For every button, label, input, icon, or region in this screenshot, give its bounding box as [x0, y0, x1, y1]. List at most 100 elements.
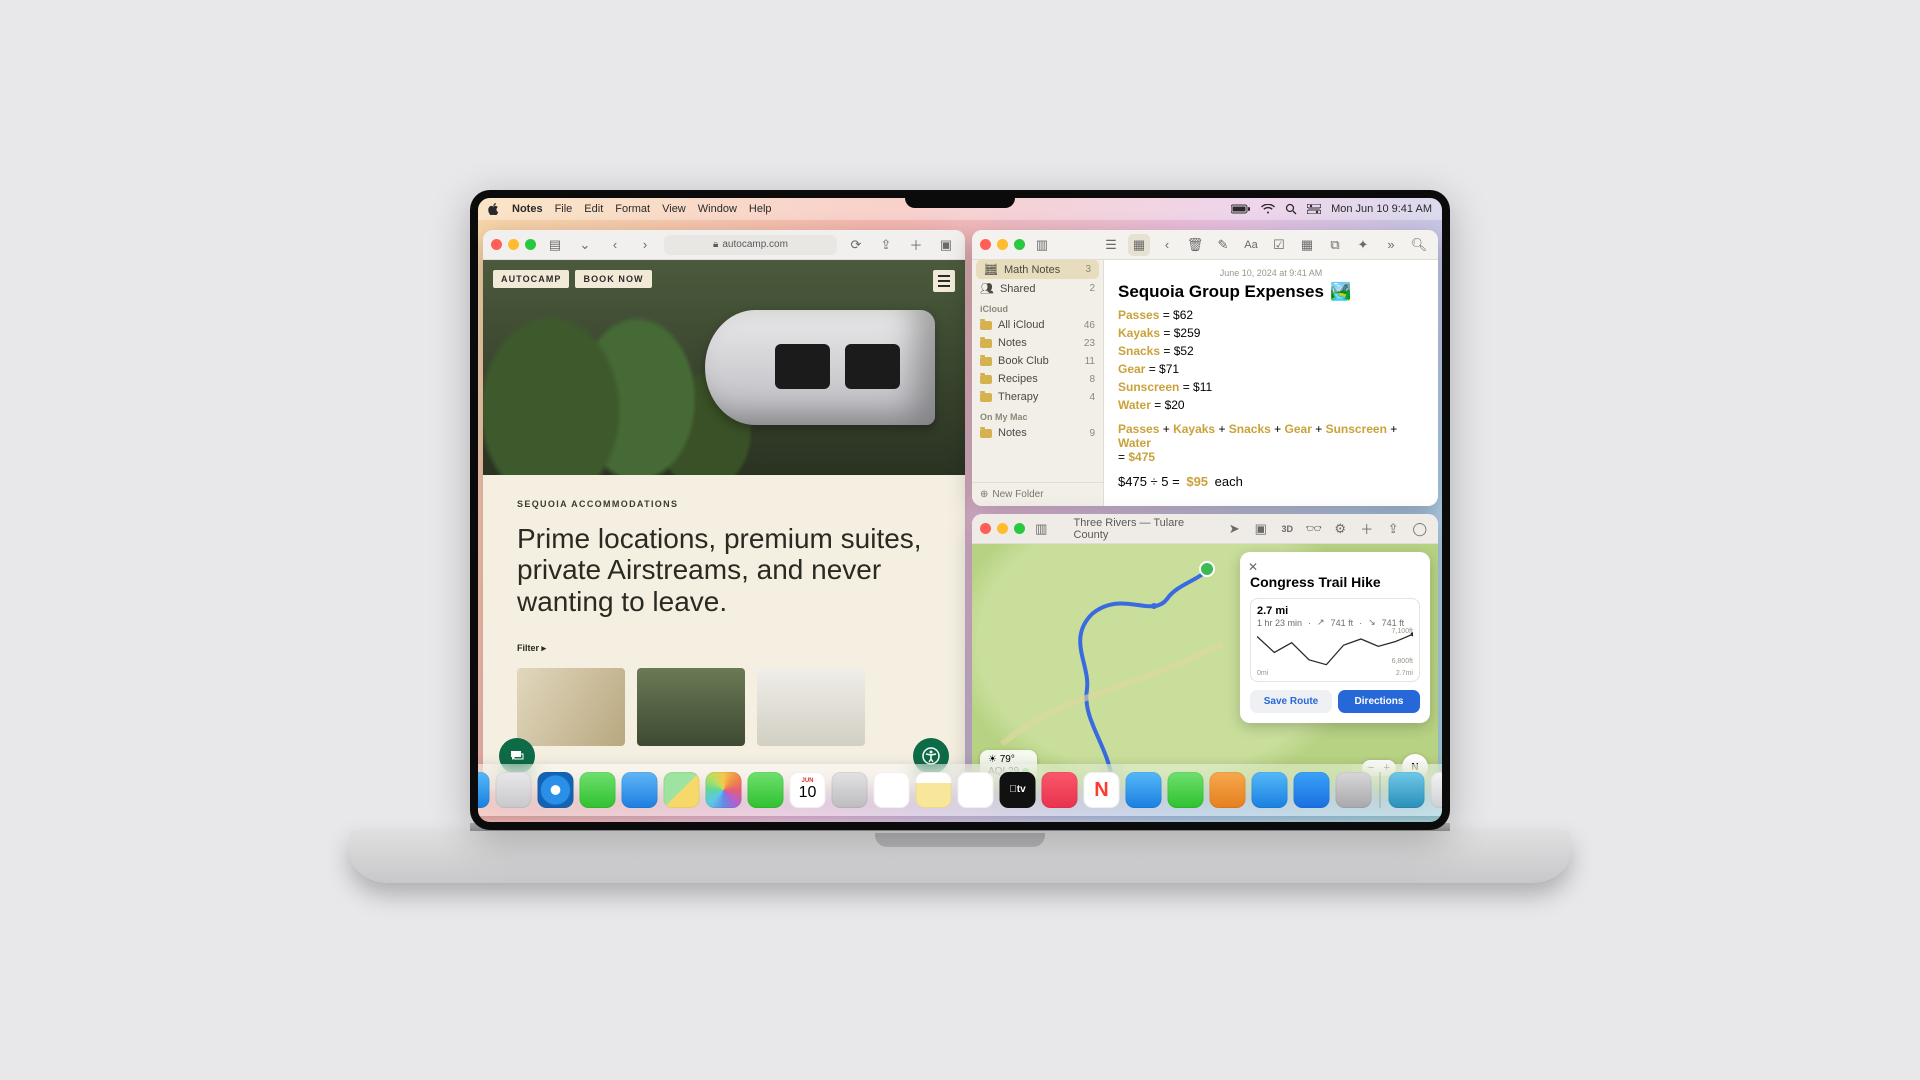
checklist-icon[interactable]: ☑︎ [1268, 234, 1290, 256]
dock-appstore-alt-icon[interactable] [1126, 772, 1162, 808]
sidebar-item-shared[interactable]: 👥︎Shared2 [972, 279, 1103, 298]
chevron-down-icon[interactable]: ⌄ [574, 234, 596, 256]
listing-thumb[interactable] [517, 668, 625, 746]
apple-menu[interactable] [488, 203, 500, 215]
dock-contacts-icon[interactable] [832, 772, 868, 808]
dock-downloads-icon[interactable] [1389, 772, 1425, 808]
dock-numbers-icon[interactable] [1168, 772, 1204, 808]
settings-icon[interactable]: ⚙︎ [1330, 518, 1351, 540]
zoom-button[interactable] [525, 239, 536, 250]
battery-icon[interactable] [1231, 204, 1251, 214]
dock-finder-icon[interactable] [478, 772, 490, 808]
media-icon[interactable]: ⧉ [1324, 234, 1346, 256]
sidebar-toggle-icon[interactable]: ▤ [544, 234, 566, 256]
dock-launchpad-icon[interactable] [496, 772, 532, 808]
compose-icon[interactable]: ✎ [1212, 234, 1234, 256]
dock-settings-icon[interactable] [1336, 772, 1372, 808]
more-icon[interactable]: » [1380, 234, 1402, 256]
dock-music-icon[interactable] [1042, 772, 1078, 808]
close-button[interactable] [980, 523, 991, 534]
tabs-icon[interactable]: ▣ [935, 234, 957, 256]
map-mode-icon[interactable]: ▣ [1250, 518, 1271, 540]
listing-thumb[interactable] [637, 668, 745, 746]
list-view-icon[interactable]: ☰ [1100, 234, 1122, 256]
format-icon[interactable]: Aa [1240, 234, 1262, 256]
binoculars-icon[interactable]: 👓︎ [1303, 518, 1324, 540]
close-button[interactable] [980, 239, 991, 250]
sidebar-item-recipes[interactable]: Recipes8 [972, 370, 1103, 388]
sidebar-item-all-icloud[interactable]: All iCloud46 [972, 316, 1103, 334]
listing-thumb[interactable] [757, 668, 865, 746]
menu-file[interactable]: File [555, 203, 573, 215]
share-icon[interactable]: ⇪ [1383, 518, 1404, 540]
dock-notes-icon[interactable] [916, 772, 952, 808]
safari-url-field[interactable]: 🔒︎ autocamp.com [664, 235, 837, 255]
back-icon[interactable]: ‹ [1156, 234, 1178, 256]
reload-icon[interactable]: ⟳ [845, 234, 867, 256]
spotlight-icon[interactable] [1285, 203, 1297, 215]
menu-help[interactable]: Help [749, 203, 772, 215]
sidebar-item-book-club[interactable]: Book Club11 [972, 352, 1103, 370]
mode-3d-icon[interactable]: 3D [1277, 518, 1298, 540]
share-icon[interactable]: ⇪ [875, 234, 897, 256]
dock-calendar-icon[interactable]: JUN10 [790, 772, 826, 808]
menu-edit[interactable]: Edit [584, 203, 603, 215]
trash-icon[interactable]: 🗑︎ [1184, 234, 1206, 256]
dock-messages-icon[interactable] [580, 772, 616, 808]
search-icon[interactable]: 🔍︎ [1408, 234, 1430, 256]
save-route-button[interactable]: Save Route [1250, 690, 1332, 713]
lock-icon: 🔒︎ [713, 239, 718, 250]
dock-mail-icon[interactable] [622, 772, 658, 808]
new-folder-button[interactable]: ⊕ New Folder [972, 482, 1103, 506]
control-center-icon[interactable] [1307, 204, 1321, 214]
new-tab-icon[interactable]: ＋ [905, 234, 927, 256]
app-name[interactable]: Notes [512, 203, 543, 215]
dock-freeform-icon[interactable] [958, 772, 994, 808]
minimize-button[interactable] [997, 239, 1008, 250]
add-icon[interactable]: ＋ [1356, 518, 1377, 540]
dock-news-icon[interactable]: N [1084, 772, 1120, 808]
zoom-button[interactable] [1014, 523, 1025, 534]
dock-reminders-icon[interactable] [874, 772, 910, 808]
directions-button[interactable]: Directions [1338, 690, 1420, 713]
location-icon[interactable]: ➤ [1224, 518, 1245, 540]
minimize-button[interactable] [508, 239, 519, 250]
sidebar-toggle-icon[interactable]: ▥ [1031, 518, 1052, 540]
map-canvas[interactable]: ✕ Congress Trail Hike 2.7 mi 1 hr 23 min… [972, 544, 1438, 790]
sidebar-item-label: All iCloud [998, 319, 1044, 331]
sidebar-item-therapy[interactable]: Therapy4 [972, 388, 1103, 406]
dock-keynote-icon[interactable] [1210, 772, 1246, 808]
menu-window[interactable]: Window [698, 203, 737, 215]
close-button[interactable] [491, 239, 502, 250]
account-icon[interactable]: ◯ [1409, 518, 1430, 540]
wifi-icon[interactable] [1261, 204, 1275, 214]
menu-view[interactable]: View [662, 203, 686, 215]
note-editor[interactable]: June 10, 2024 at 9:41 AM Sequoia Group E… [1104, 260, 1438, 506]
minimize-button[interactable] [997, 523, 1008, 534]
menubar-clock[interactable]: Mon Jun 10 9:41 AM [1331, 203, 1432, 215]
link-icon[interactable]: ✦ [1352, 234, 1374, 256]
dock-facetime-icon[interactable] [748, 772, 784, 808]
dock-iphone-mirroring-icon[interactable] [1252, 772, 1288, 808]
filter-button[interactable]: Filter ▸ [517, 643, 931, 654]
dock-tv-icon[interactable]: tv [1000, 772, 1036, 808]
hamburger-menu-icon[interactable] [933, 270, 955, 292]
sidebar-item-notes[interactable]: Notes9 [972, 424, 1103, 442]
back-icon[interactable]: ‹ [604, 234, 626, 256]
book-now-button[interactable]: BOOK NOW [575, 270, 651, 288]
brand-logo[interactable]: AUTOCAMP [493, 270, 569, 288]
sidebar-item-math-notes[interactable]: 🧮︎Math Notes3 [976, 260, 1099, 279]
sidebar-item-notes[interactable]: Notes23 [972, 334, 1103, 352]
gallery-view-icon[interactable]: ▦ [1128, 234, 1150, 256]
table-icon[interactable]: ▦ [1296, 234, 1318, 256]
dock-appstore-icon[interactable] [1294, 772, 1330, 808]
sidebar-toggle-icon[interactable]: ▥ [1031, 234, 1053, 256]
dock-trash-icon[interactable] [1431, 772, 1443, 808]
zoom-button[interactable] [1014, 239, 1025, 250]
dock-safari-icon[interactable] [538, 772, 574, 808]
dock-photos-icon[interactable] [706, 772, 742, 808]
menu-format[interactable]: Format [615, 203, 650, 215]
forward-icon[interactable]: › [634, 234, 656, 256]
close-icon[interactable]: ✕ [1248, 560, 1258, 574]
dock-maps-icon[interactable] [664, 772, 700, 808]
